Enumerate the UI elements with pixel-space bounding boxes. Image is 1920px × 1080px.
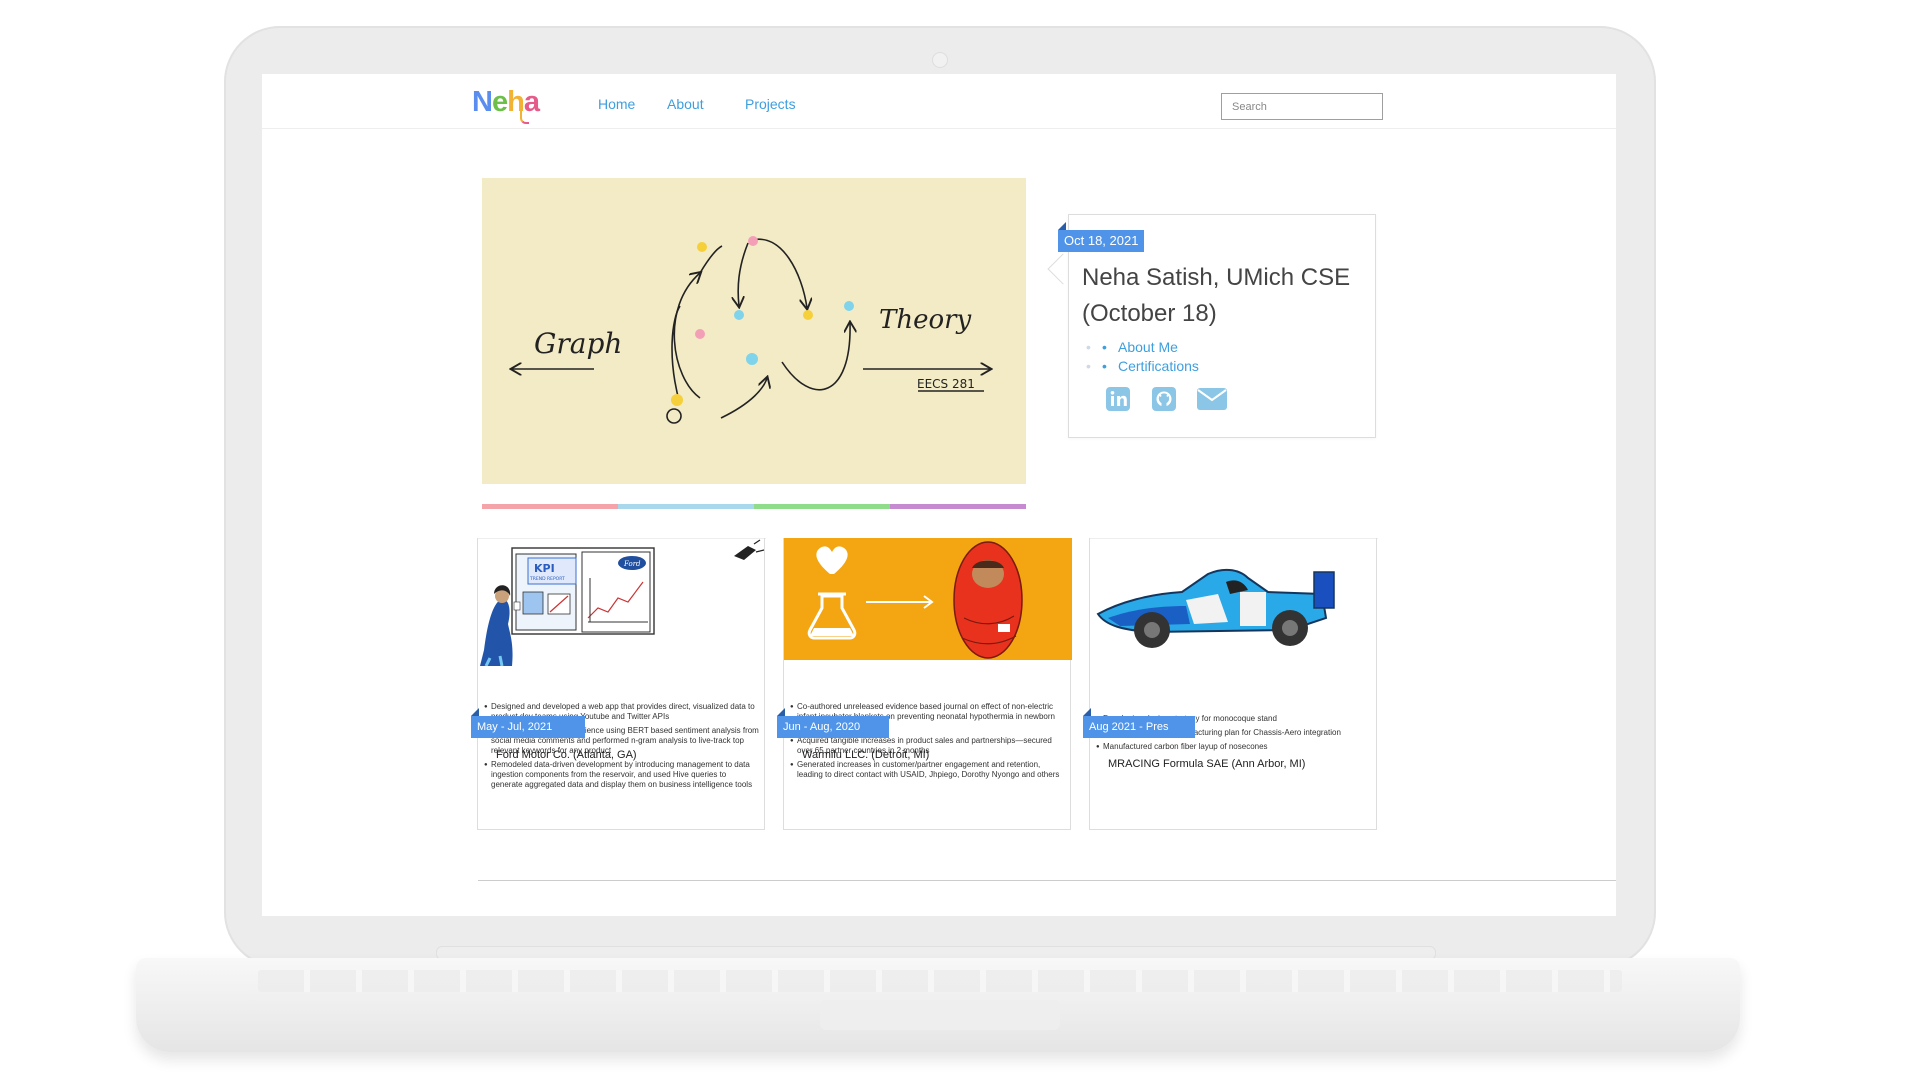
section-divider [478, 880, 1616, 881]
laptop-mockup: Neha Home About Projects Search Graph Th… [0, 0, 1920, 1080]
race-car-illustration [1090, 538, 1378, 666]
kpi-label: KPI [534, 562, 555, 575]
kpi-sublabel: TREND REPORT [529, 576, 565, 582]
date-tag-fold [1083, 708, 1091, 716]
experience-bullet: Remodeled data-driven development by int… [484, 760, 760, 790]
hero-colorbar [482, 504, 1026, 509]
profile-name-line: (October 18) [1082, 300, 1217, 327]
profile-links: About Me Certifications [1086, 338, 1199, 376]
logo-letter: e [491, 86, 508, 118]
search-input[interactable] [1221, 93, 1383, 120]
profile-name: Neha Satish, UMich CSE (October 18) [1082, 260, 1372, 332]
website-screen: Neha Home About Projects Search Graph Th… [262, 74, 1616, 916]
nav-link-about[interactable]: About [667, 96, 704, 112]
ford-brand-label: Ford [623, 560, 641, 568]
experience-bullet: Generated increases in customer/partner … [790, 760, 1066, 780]
colorbar-segment [890, 504, 1026, 509]
colorbar-segment [618, 504, 754, 509]
nav-link-projects[interactable]: Projects [745, 96, 796, 112]
linkedin-icon[interactable] [1104, 386, 1132, 412]
top-nav: Neha Home About Projects [262, 74, 1616, 129]
github-icon[interactable] [1150, 386, 1178, 412]
experience-title: MRACING Formula SAE (Ann Arbor, MI) [1108, 758, 1306, 770]
experience-bullet: Manufactured carbon fiber layup of nosec… [1096, 742, 1372, 752]
profile-date-tag: Oct 18, 2021 [1058, 230, 1145, 252]
experience-date-tag: Aug 2021 - Pres [1083, 716, 1195, 738]
experience-card-ford[interactable]: KPI TREND REPORT Ford ● Designed and dev… [477, 538, 766, 830]
profile-name-line: Neha Satish, UMich CSE [1082, 264, 1351, 291]
experience-title: Warmilu LLC. (Detroit, MI) [802, 749, 930, 761]
logo-letter: N [472, 86, 493, 118]
colorbar-segment [482, 504, 618, 509]
graph-theory-illustration: Graph Theory EECS 281 [482, 236, 1026, 424]
hero-word-theory: Theory [879, 305, 972, 335]
experience-card-warmilu[interactable]: Co-authored unreleased evidence based jo… [783, 538, 1072, 830]
experience-title: Ford Motor Co. (Atlanta, GA) [496, 749, 637, 761]
trackpad [820, 1000, 1060, 1030]
profile-link-about-me[interactable]: About Me [1086, 338, 1199, 357]
experience-date-tag: May - Jul, 2021 [471, 716, 585, 738]
camera-dot [932, 52, 948, 68]
email-icon[interactable] [1196, 386, 1228, 412]
hero-image: Graph Theory EECS 281 [482, 178, 1026, 484]
date-tag-fold [471, 708, 479, 716]
experience-date-tag: Jun - Aug, 2020 [777, 716, 889, 738]
keyboard-row [258, 970, 1622, 992]
date-tag-fold [1058, 222, 1066, 230]
experience-card-mracing[interactable]: Developing design strategy for monocoque… [1089, 538, 1378, 830]
warmilu-illustration [784, 538, 1072, 660]
hero-course-label: EECS 281 [917, 377, 975, 391]
nav-link-home[interactable]: Home [598, 96, 635, 112]
ford-illustration: KPI TREND REPORT Ford [478, 538, 766, 666]
logo-swirl [520, 111, 529, 124]
profile-link-certifications[interactable]: Certifications [1086, 357, 1199, 376]
hero-word-graph: Graph [534, 327, 622, 360]
warmilu-bullets: Co-authored unreleased evidence based jo… [790, 702, 1066, 784]
date-tag-fold [777, 708, 785, 716]
colorbar-segment [754, 504, 890, 509]
